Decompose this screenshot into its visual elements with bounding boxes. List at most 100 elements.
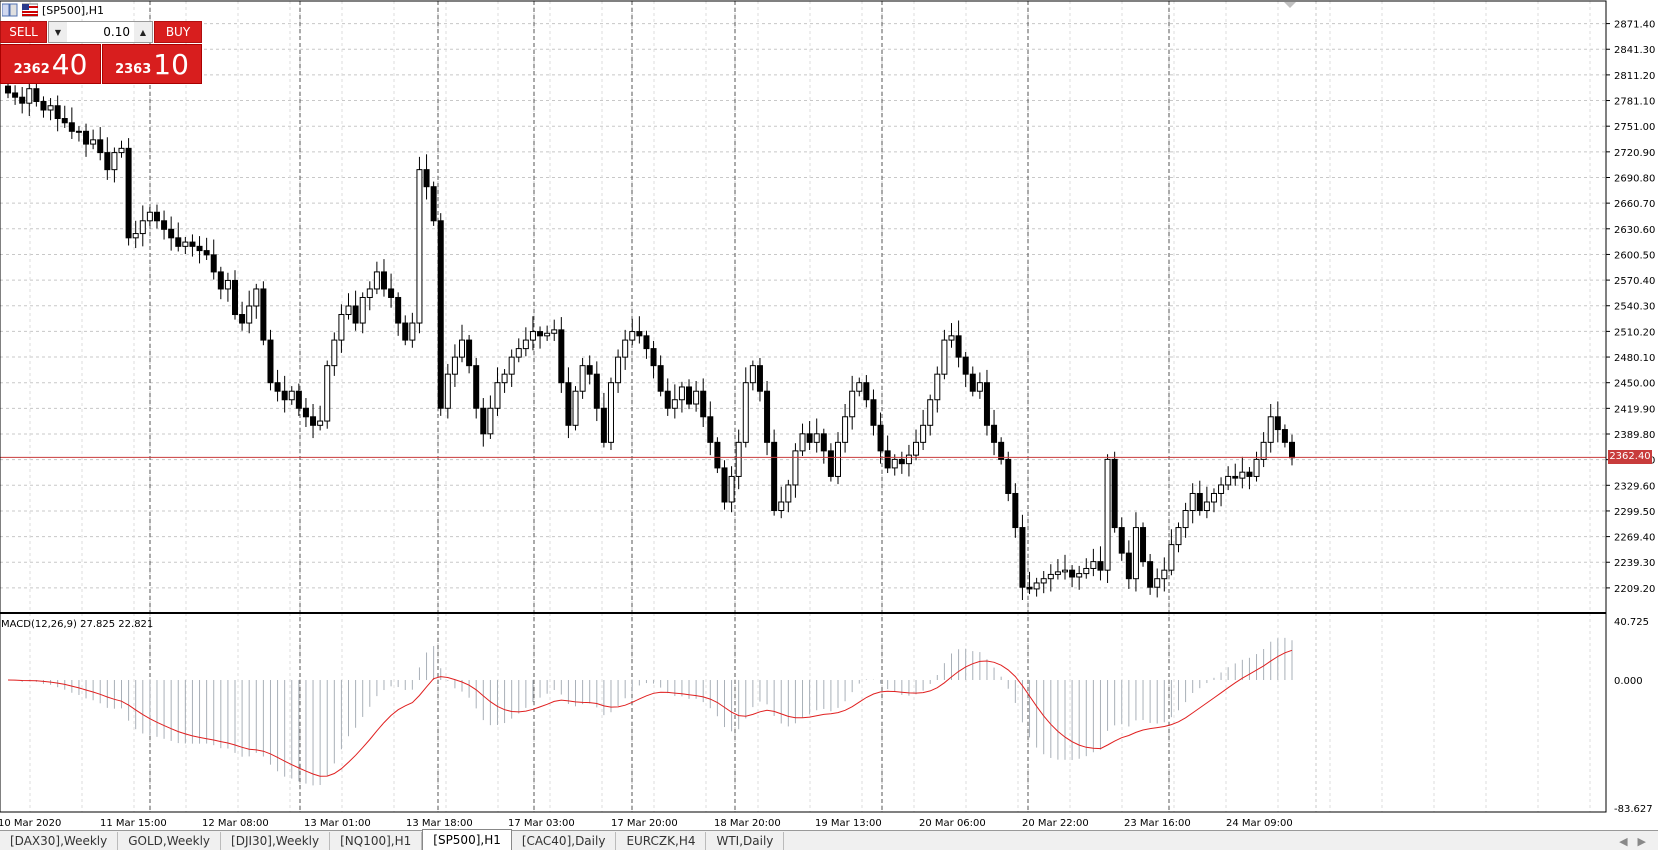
candle-body: [657, 365, 664, 392]
price-axis-label: 2600.50: [1614, 250, 1655, 261]
time-axis-label: 17 Mar 03:00: [508, 818, 575, 829]
chart-tab[interactable]: [DJI30],Weekly: [221, 832, 331, 850]
time-axis-label: 20 Mar 22:00: [1022, 818, 1089, 829]
chart-tab[interactable]: [SP500],H1: [422, 829, 512, 850]
chart-tab[interactable]: [DAX30],Weekly: [0, 832, 119, 850]
candle-body: [373, 271, 380, 290]
candle-body: [742, 382, 749, 443]
candle-body: [1161, 569, 1168, 580]
candle-body: [75, 130, 82, 133]
candle-body: [544, 332, 551, 337]
macd-axis-label: 0.000: [1614, 676, 1643, 687]
chart-tab[interactable]: [CAC40],Daily: [512, 832, 617, 850]
chart-title-bar: [SP500],H1: [0, 0, 104, 20]
candle-body: [1168, 544, 1175, 571]
candle-body: [1260, 441, 1267, 460]
candle-body: [338, 314, 345, 341]
time-axis-label: 10 Mar 2020: [0, 818, 61, 829]
candle-body: [650, 348, 657, 367]
candle-body: [473, 365, 480, 409]
sell-button[interactable]: SELL: [0, 21, 47, 43]
candle-body: [288, 390, 295, 401]
candle-body: [239, 314, 246, 324]
candle-body: [827, 450, 834, 477]
candle-body: [693, 390, 700, 405]
time-axis-label: 13 Mar 01:00: [304, 818, 371, 829]
candle-body: [983, 382, 990, 426]
candle-body: [1267, 416, 1274, 443]
volume-field: ▼ ▲: [48, 21, 153, 43]
candle-body: [203, 250, 210, 256]
candle-body: [920, 424, 927, 443]
candle-body: [466, 339, 473, 367]
candle-body: [913, 441, 920, 456]
candle-body: [33, 88, 40, 102]
sell-price-small: 2362: [13, 62, 50, 77]
candle-body: [1069, 569, 1076, 578]
candle-body: [1196, 492, 1203, 512]
volume-input[interactable]: [67, 25, 134, 39]
chart-tab[interactable]: GOLD,Weekly: [118, 832, 222, 850]
candle-body: [1225, 475, 1232, 486]
candle-body: [1012, 492, 1019, 529]
candle-body: [47, 105, 54, 111]
candle-body: [565, 382, 572, 426]
candle-body: [1246, 471, 1253, 477]
tabs-scroll: ◀ ▶: [1619, 832, 1658, 850]
candle-body: [388, 288, 395, 298]
candle-body: [1274, 416, 1281, 431]
scroll-right-icon[interactable]: ▶: [1638, 835, 1646, 848]
buy-button[interactable]: BUY: [154, 21, 202, 43]
chart-tab[interactable]: EURCZK,H4: [616, 832, 707, 850]
volume-down-icon[interactable]: ▼: [49, 22, 67, 42]
candle-body: [224, 279, 231, 290]
candle-body: [700, 390, 707, 418]
candle-body: [175, 237, 182, 247]
scroll-left-icon[interactable]: ◀: [1619, 835, 1627, 848]
candle-body: [955, 335, 962, 358]
candle-body: [948, 335, 955, 341]
price-chart[interactable]: 2871.40 2841.30 2811.20 2781.10 2751.00 2720.…: [0, 0, 1658, 830]
candle-body: [976, 382, 983, 392]
candle-body: [1040, 578, 1047, 584]
candle-body: [125, 147, 132, 239]
candle-body: [537, 331, 544, 337]
candle-body: [19, 96, 26, 104]
chart-tab[interactable]: WTI,Daily: [706, 832, 785, 850]
candle-body: [1182, 510, 1189, 529]
volume-up-icon[interactable]: ▲: [134, 22, 152, 42]
candle-body: [1154, 578, 1161, 588]
price-axis-label: 2690.80: [1614, 173, 1655, 184]
candle-body: [352, 305, 359, 324]
buy-price-button[interactable]: 2363 10: [102, 44, 202, 84]
candle-body: [579, 365, 586, 392]
candle-body: [1210, 492, 1217, 503]
price-axis-label: 2841.30: [1614, 45, 1655, 56]
price-axis-label: 2299.50: [1614, 507, 1655, 518]
candle-body: [877, 424, 884, 452]
candle-body: [856, 382, 863, 392]
candle-body: [934, 373, 941, 401]
candle-body: [678, 386, 685, 401]
price-axis-label: 2811.20: [1614, 71, 1655, 82]
sell-price-button[interactable]: 2362 40: [0, 44, 101, 84]
candle-body: [764, 390, 771, 443]
candle-body: [615, 356, 622, 384]
chart-tab[interactable]: [NQ100],H1: [330, 832, 423, 850]
candle-body: [785, 484, 792, 503]
candle-body: [813, 433, 820, 443]
price-axis-label: 2570.40: [1614, 276, 1655, 287]
buy-price-big: 10: [153, 48, 189, 81]
candle-body: [898, 458, 905, 465]
candle-body: [600, 407, 607, 443]
candle-body: [1140, 527, 1147, 563]
candle-body: [423, 169, 430, 188]
price-axis-label: 2419.90: [1614, 404, 1655, 415]
chart-area[interactable]: 2871.40 2841.30 2811.20 2781.10 2751.00 2720.…: [0, 0, 1658, 830]
price-axis-label: 2239.30: [1614, 558, 1655, 569]
candle-body: [153, 211, 160, 222]
candle-body: [1203, 501, 1210, 512]
candle-body: [636, 331, 643, 337]
candle-body: [189, 241, 196, 247]
candle-body: [1175, 527, 1182, 546]
